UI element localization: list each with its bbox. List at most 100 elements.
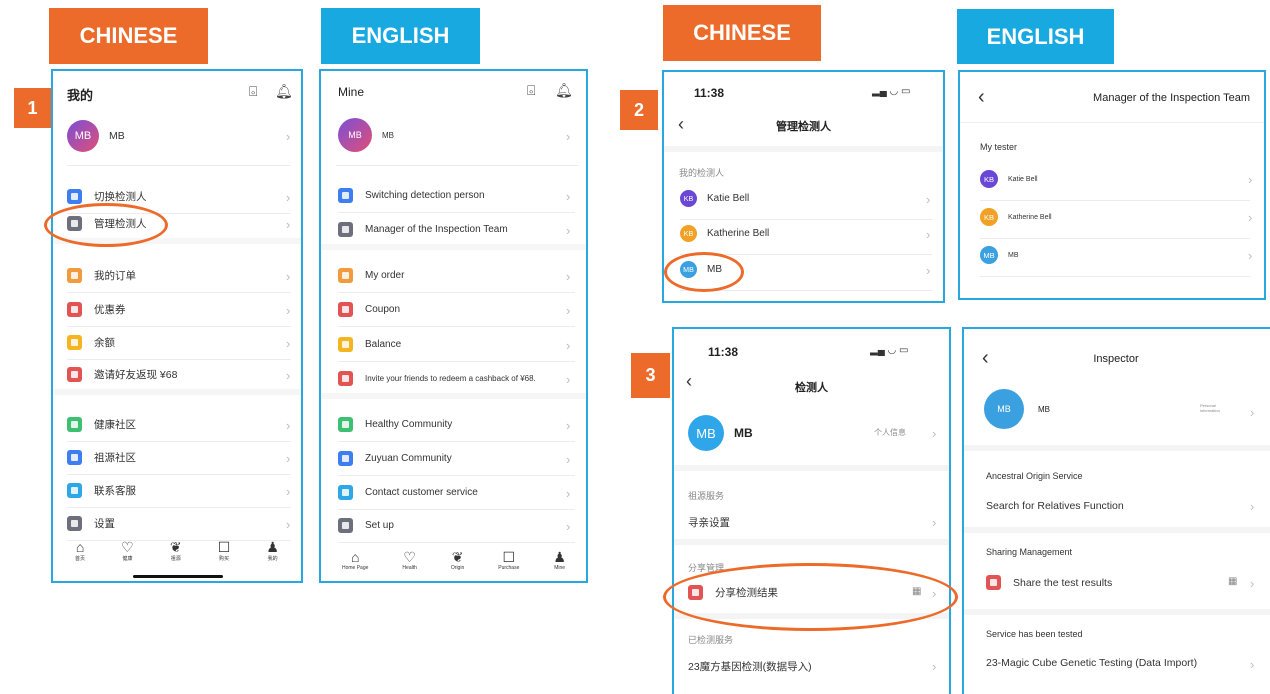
profile-row[interactable]: MB MB: [984, 389, 1050, 429]
tester-row[interactable]: KB Katherine Bell: [980, 208, 1052, 226]
chevron-right-icon: ›: [1250, 405, 1255, 420]
back-icon[interactable]: ‹: [978, 86, 985, 109]
section-tested: 已检测服务: [688, 635, 734, 645]
menu-item[interactable]: Healthy Community: [338, 417, 452, 432]
tab-item[interactable]: ☐ 购买: [218, 539, 231, 562]
chevron-right-icon: ›: [926, 227, 931, 242]
group-spacer: [321, 393, 586, 399]
tested-service-item[interactable]: 23魔方基因检测(数据导入): [688, 659, 812, 674]
menu-item[interactable]: Zuyuan Community: [338, 451, 452, 466]
menu-item[interactable]: My order: [338, 268, 404, 283]
chevron-right-icon: ›: [1250, 499, 1255, 514]
tester-name: MB: [1008, 251, 1019, 259]
menu-item[interactable]: 切换检测人: [67, 189, 147, 204]
menu-item[interactable]: Set up: [338, 518, 394, 533]
tab-label: 首页: [75, 556, 86, 562]
chevron-right-icon: ›: [286, 303, 291, 318]
divider: [67, 507, 291, 508]
chevron-right-icon: ›: [926, 192, 931, 207]
chevron-right-icon: ›: [566, 486, 571, 501]
tester-row[interactable]: KB Katie Bell: [980, 170, 1038, 188]
highlight-circle: [44, 203, 168, 247]
chevron-right-icon: ›: [932, 515, 937, 530]
relative-search-item[interactable]: Search for Relatives Function: [986, 500, 1124, 512]
menu-item[interactable]: Coupon: [338, 302, 400, 317]
home-indicator: [133, 575, 223, 578]
tab-item[interactable]: ♟ Mine: [553, 549, 566, 571]
menu-item[interactable]: Contact customer service: [338, 485, 478, 500]
tab-item[interactable]: ♡ 健康: [121, 539, 134, 562]
divider: [67, 474, 291, 475]
divider: [680, 219, 932, 220]
menu-item-label: 健康社区: [94, 419, 136, 431]
panel-english-mine: Mine ⌻ 🔔︎ MB MB › Switching detection pe…: [319, 69, 588, 583]
bell-icon[interactable]: 🔔︎: [555, 82, 573, 99]
menu-item[interactable]: Invite your friends to redeem a cashback…: [338, 371, 536, 386]
profile-row[interactable]: MB MB: [67, 120, 125, 152]
tester-name: Katie Bell: [1008, 175, 1038, 183]
chevron-right-icon: ›: [1250, 576, 1255, 591]
menu-item[interactable]: 祖源社区: [67, 450, 136, 465]
menu-item-label: 优惠券: [94, 304, 126, 316]
menu-item[interactable]: 余额: [67, 335, 115, 350]
avatar: KB: [980, 170, 998, 188]
divider: [980, 238, 1250, 239]
scan-icon[interactable]: ⌻: [249, 83, 257, 100]
bell-icon[interactable]: 🔔︎: [275, 83, 293, 100]
highlight-circle: [663, 563, 958, 631]
chevron-right-icon: ›: [286, 418, 291, 433]
tab-item[interactable]: ♟ 我的: [266, 539, 279, 562]
tester-row[interactable]: KB Katie Bell: [680, 190, 749, 207]
menu-item[interactable]: 我的订单: [67, 268, 136, 283]
menu-icon: [338, 451, 353, 466]
profile-row[interactable]: MB MB: [338, 118, 394, 152]
tester-row[interactable]: MB MB: [980, 246, 1019, 264]
profile-row[interactable]: MB MB: [688, 415, 753, 451]
chevron-right-icon: ›: [566, 189, 571, 204]
menu-item[interactable]: 邀请好友返现 ¥68: [67, 367, 177, 382]
relative-search-item[interactable]: 寻亲设置: [688, 515, 730, 530]
chevron-right-icon: ›: [566, 269, 571, 284]
tester-name: Katie Bell: [707, 193, 750, 204]
tab-item[interactable]: ❦ Origin: [451, 549, 464, 571]
menu-icon: [338, 302, 353, 317]
divider: [67, 292, 291, 293]
avatar: MB: [338, 118, 372, 152]
scan-icon[interactable]: ⌻: [527, 82, 535, 99]
page-title: 检测人: [795, 382, 828, 394]
personal-info-link[interactable]: 个人信息: [874, 427, 906, 438]
menu-item[interactable]: 联系客服: [67, 483, 136, 498]
english-label-2: ENGLISH: [957, 9, 1114, 64]
chevron-right-icon: ›: [566, 303, 571, 318]
menu-item[interactable]: 健康社区: [67, 417, 136, 432]
tab-item[interactable]: ⌂ 首页: [75, 539, 85, 562]
leaf-icon: ❦: [451, 549, 464, 565]
step-number-2: 2: [620, 90, 658, 130]
menu-item[interactable]: Switching detection person: [338, 188, 485, 203]
chinese-label-2: CHINESE: [663, 5, 821, 61]
personal-info-link[interactable]: Personal information: [1200, 403, 1230, 413]
menu-item[interactable]: Manager of the Inspection Team: [338, 222, 508, 237]
divider: [338, 212, 575, 213]
menu-item-label: Set up: [365, 520, 394, 531]
chevron-right-icon: ›: [932, 659, 937, 674]
tab-item[interactable]: ♡ Health: [402, 549, 416, 571]
group-spacer: [321, 244, 586, 250]
tab-item[interactable]: ❦ 祖源: [170, 539, 182, 562]
chevron-right-icon: ›: [566, 452, 571, 467]
menu-icon: [338, 222, 353, 237]
share-results-item[interactable]: Share the test results: [986, 575, 1112, 590]
chevron-right-icon: ›: [566, 519, 571, 534]
tester-row[interactable]: KB Katherine Bell: [680, 225, 769, 242]
tab-item[interactable]: ⌂ Home Page: [342, 549, 368, 571]
tested-service-item[interactable]: 23-Magic Cube Genetic Testing (Data Impo…: [986, 657, 1197, 669]
avatar: MB: [688, 415, 724, 451]
tab-item[interactable]: ☐ Purchase: [498, 549, 519, 571]
username: MB: [109, 130, 125, 142]
divider: [338, 509, 575, 510]
menu-item[interactable]: 优惠券: [67, 302, 126, 317]
section-sharing: Sharing Management: [986, 547, 1073, 557]
menu-item[interactable]: Balance: [338, 337, 401, 352]
chevron-right-icon: ›: [566, 418, 571, 433]
panel-english-manage: ‹ Manager of the Inspection Team My test…: [958, 70, 1266, 300]
